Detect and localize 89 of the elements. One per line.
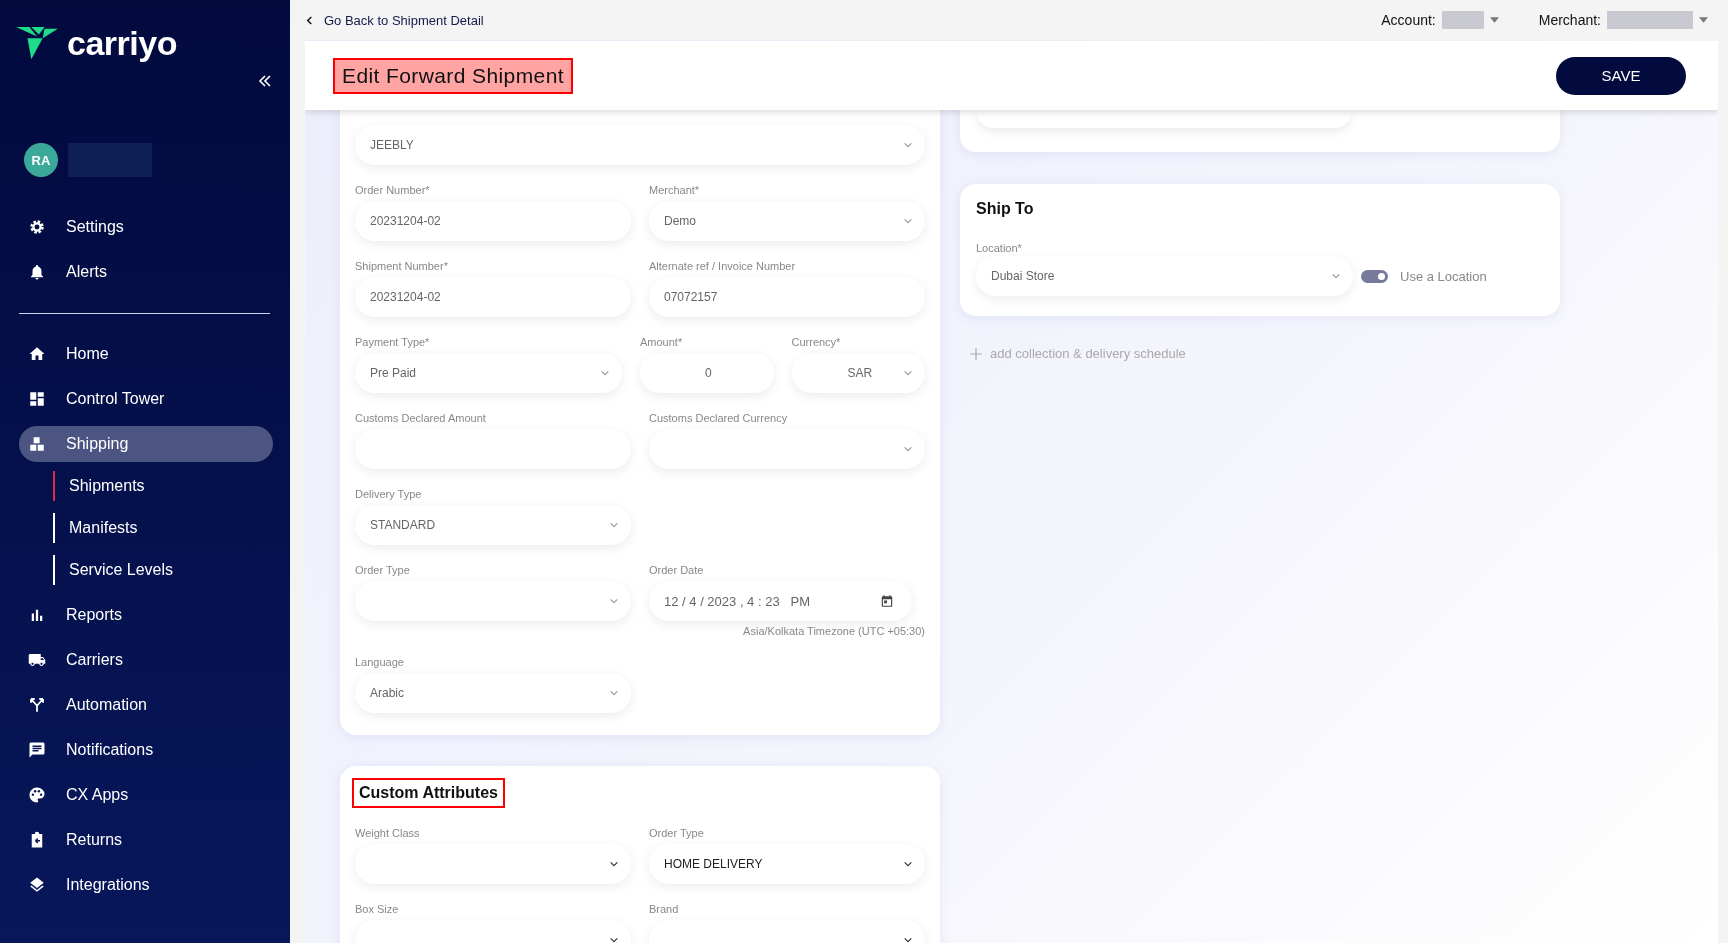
chevron-down-icon [600,369,610,377]
field-label: Currency* [791,335,842,349]
toggle-switch[interactable] [1361,269,1388,283]
field-label: Payment Type* [355,335,431,349]
select-field[interactable]: SAR [791,353,925,393]
section-title: Ship To [976,200,1035,218]
sidebar-subitem[interactable]: Manifests [53,513,273,543]
chevron-down-icon [903,141,913,149]
field-label: Customs Declared Amount [355,411,487,425]
sidebar-subitem[interactable]: Service Levels [53,555,273,585]
chevron-down-icon [903,936,913,943]
chevron-down-icon [903,369,913,377]
chevron-down-icon [1331,272,1341,280]
settings-icon [28,218,46,236]
sidebar-item[interactable]: Notifications [19,732,273,768]
field-label: Location* [976,242,1022,254]
field-label: Brand [649,902,680,916]
save-button[interactable]: SAVE [1556,56,1686,95]
calendar-icon [880,594,894,608]
back-link[interactable]: Go Back to Shipment Detail [305,12,484,28]
sidebar-item[interactable]: CX Apps [19,777,273,813]
chevron-down-icon [609,521,619,529]
select-field[interactable]: Demo [649,201,925,241]
boxes-icon [28,435,46,453]
input-field[interactable]: 20231204-02 [355,201,631,241]
dashboard-icon [28,390,46,408]
field-label: Delivery Type [355,487,423,501]
sidebar-item[interactable]: Reports [19,597,273,633]
sidebar-item[interactable]: Returns [19,822,273,858]
select-field[interactable]: Pre Paid [355,353,622,393]
sidebar-item[interactable]: Settings [19,209,273,245]
select-field[interactable]: HOME DELIVERY [649,844,925,884]
plus-icon [970,347,982,360]
input-field[interactable]: 20231204-02 [355,277,631,317]
truck-icon [28,651,46,669]
chevron-down-icon [903,217,913,225]
chevron-down-icon [609,936,619,943]
input-field[interactable]: 07072157 [649,277,925,317]
palette-icon [28,786,46,804]
chevron-down-icon [609,597,619,605]
chevron-down-icon [903,445,913,453]
sidebar-item[interactable]: Integrations [19,867,273,903]
home-icon [28,345,46,363]
account-dropdown[interactable] [1441,11,1499,29]
logo-text: carriyo [67,24,177,63]
field-label: Merchant* [649,183,701,197]
fork-icon [28,696,46,714]
field-label: Order Date [649,563,705,577]
sidebar-subitem[interactable]: Shipments [53,471,273,501]
field-label: Order Type [355,563,411,577]
caret-icon [1699,17,1708,23]
sidebar-item[interactable]: Carriers [19,642,273,678]
field-label: Language [355,655,405,669]
date-time-field[interactable]: 12 / 4 / 2023 , 4 : 23 PM [649,581,912,621]
select-field[interactable]: STANDARD [355,505,631,545]
sidebar-item[interactable]: Control Tower [19,381,273,417]
sidebar-item[interactable]: Shipping [19,426,273,462]
select-field[interactable] [649,429,925,469]
page-title: Edit Forward Shipment [333,57,573,94]
bell-icon [28,263,46,281]
toggle-label: Use a Location [1400,268,1487,284]
sidebar-item[interactable]: Automation [19,687,273,723]
select-field[interactable]: JEEBLY [355,125,925,165]
field-label: Amount* [640,335,684,349]
select-field[interactable] [355,844,631,884]
sidebar-item[interactable]: Alerts [19,254,273,290]
chevron-down-icon [903,860,913,868]
field-label: Order Type [649,826,705,840]
field-label: Order Number* [355,183,431,197]
caret-icon [1489,17,1499,23]
select-field[interactable] [355,581,631,621]
merchant-dropdown[interactable] [1607,11,1708,29]
select-field[interactable]: Arabic [355,673,631,713]
select-field[interactable]: Dubai Store [976,256,1353,296]
chevron-down-icon [609,860,619,868]
field-label: Shipment Number* [355,259,449,273]
layers-icon [28,876,46,894]
sidebar-item[interactable]: Home [19,336,273,372]
field-label: Weight Class [355,826,421,840]
chat-icon [28,741,46,759]
field-label: Box Size [355,902,400,916]
timezone-note: Asia/Kolkata Timezone (UTC +05:30) [742,625,925,637]
field-label: Customs Declared Currency [649,411,789,425]
field-label: Alternate ref / Invoice Number [649,259,797,273]
chevron-down-icon [609,689,619,697]
merchant-label: Merchant: [1538,12,1601,28]
account-label: Account: [1381,12,1436,28]
section-title: Custom Attributes [352,778,505,808]
input-field[interactable]: 0 [640,353,774,393]
